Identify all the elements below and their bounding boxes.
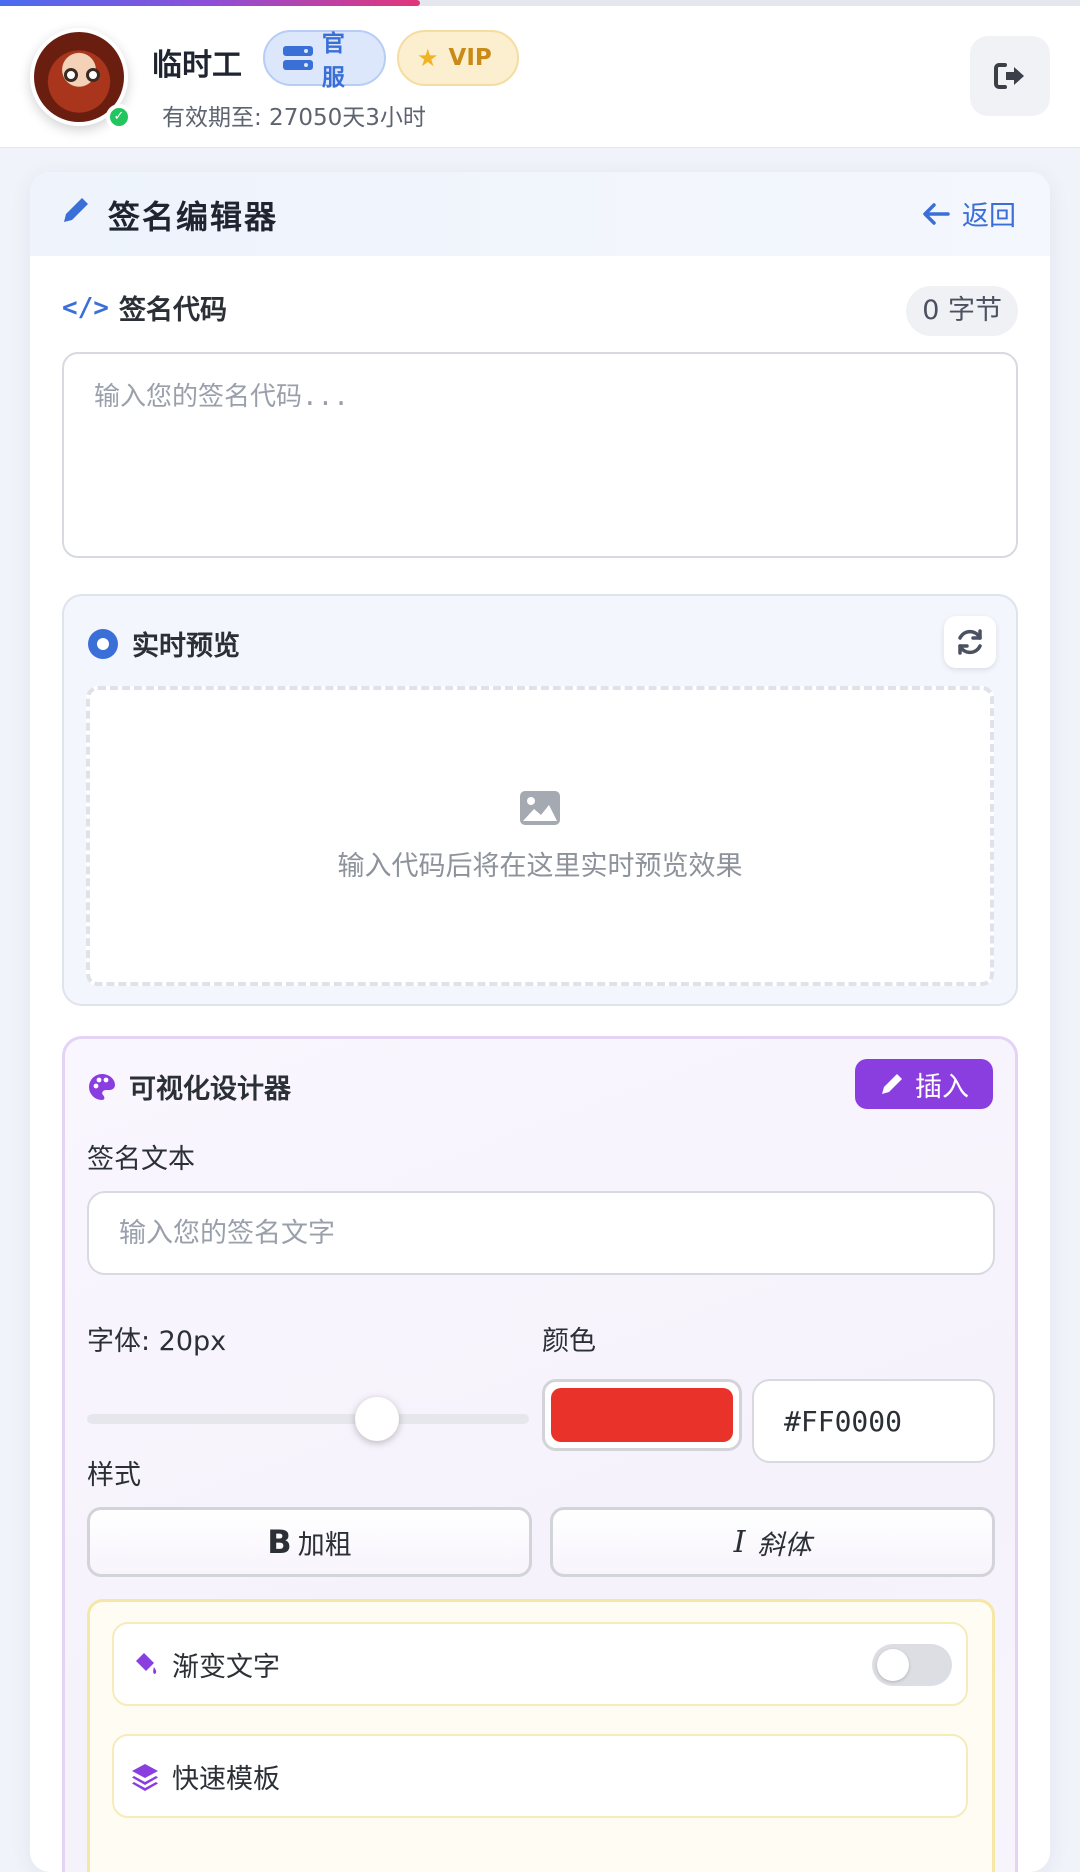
byte-count-badge: 0 字节 [906, 286, 1018, 336]
layers-icon [130, 1761, 160, 1791]
font-size-label: 字体: 20px [87, 1326, 227, 1357]
italic-label: 斜体 [757, 1529, 812, 1561]
page-title: 签名编辑器 [108, 198, 279, 236]
italic-button[interactable]: I 斜体 [550, 1507, 995, 1577]
refresh-icon [958, 629, 982, 655]
back-button[interactable]: 返回 [922, 194, 1016, 233]
signature-code-input[interactable] [62, 352, 1018, 558]
designer-title: 可视化设计器 [87, 1067, 291, 1106]
back-label: 返回 [962, 201, 1016, 232]
gradient-text-row: 渐变文字 [112, 1622, 968, 1706]
paint-bucket-icon [130, 1649, 160, 1679]
preview-title: 实时预览 [88, 624, 240, 663]
quick-templates-label: 快速模板 [172, 1763, 280, 1795]
insert-label: 插入 [915, 1071, 969, 1103]
arrow-left-icon [923, 202, 950, 225]
preview-title-text: 实时预览 [132, 631, 240, 662]
effects-panel: 渐变文字 快速模板 [87, 1599, 995, 1872]
logout-button[interactable] [970, 36, 1050, 116]
font-size-slider-handle[interactable] [355, 1397, 399, 1441]
font-size-slider[interactable] [87, 1414, 529, 1424]
gradient-text-toggle[interactable] [872, 1644, 952, 1686]
code-label-text: 签名代码 [118, 295, 227, 326]
italic-icon: I [733, 1524, 746, 1560]
official-badge-label: 官服 [321, 31, 345, 91]
code-section-label: </> 签名代码 [62, 288, 227, 327]
server-icon [283, 46, 313, 70]
preview-empty-text: 输入代码后将在这里实时预览效果 [337, 850, 743, 882]
user-header: ✓ 临时工 官服 ★ VIP 有效期至: 27050天3小时 [0, 6, 1080, 148]
image-icon [520, 790, 560, 825]
color-label: 颜色 [542, 1326, 596, 1357]
designer-title-text: 可视化设计器 [129, 1074, 291, 1105]
logout-icon [994, 63, 1024, 89]
quick-templates-row[interactable]: 快速模板 [112, 1734, 968, 1818]
pen-icon [882, 1074, 902, 1094]
signature-editor-card: 签名编辑器 返回 </> 签名代码 0 字节 实时预览 [30, 172, 1050, 1872]
gradient-text-label: 渐变文字 [172, 1651, 280, 1683]
palette-icon [89, 1073, 115, 1100]
bold-button[interactable]: B 加粗 [87, 1507, 532, 1577]
pencil-icon [64, 198, 88, 222]
username: 临时工 [152, 48, 242, 83]
expiry-text: 有效期至: 27050天3小时 [162, 105, 426, 131]
signature-text-label: 签名文本 [87, 1144, 195, 1175]
color-hex-input[interactable] [752, 1379, 995, 1463]
color-picker[interactable] [542, 1379, 742, 1451]
color-swatch-fill [551, 1388, 733, 1442]
live-preview-panel: 实时预览 输入代码后将在这里实时预览效果 [62, 594, 1018, 1006]
vip-badge-label: VIP [448, 45, 492, 71]
bold-icon: B [267, 1523, 292, 1561]
card-header: 签名编辑器 返回 [30, 172, 1050, 256]
code-icon: </> [62, 292, 109, 323]
star-icon: ★ [417, 44, 439, 72]
visual-designer-panel: 可视化设计器 插入 签名文本 字体: 20px 颜色 样式 B 加粗 I 斜体 [62, 1036, 1018, 1872]
refresh-preview-button[interactable] [944, 616, 996, 668]
style-label: 样式 [87, 1460, 141, 1491]
bold-label: 加粗 [297, 1529, 352, 1561]
online-status-icon: ✓ [106, 104, 132, 130]
eye-icon [88, 628, 118, 659]
insert-button[interactable]: 插入 [855, 1059, 993, 1109]
signature-text-input[interactable] [87, 1191, 995, 1275]
official-server-badge: 官服 [263, 30, 386, 91]
preview-area: 输入代码后将在这里实时预览效果 [86, 686, 994, 986]
vip-badge: ★ VIP [397, 30, 519, 86]
